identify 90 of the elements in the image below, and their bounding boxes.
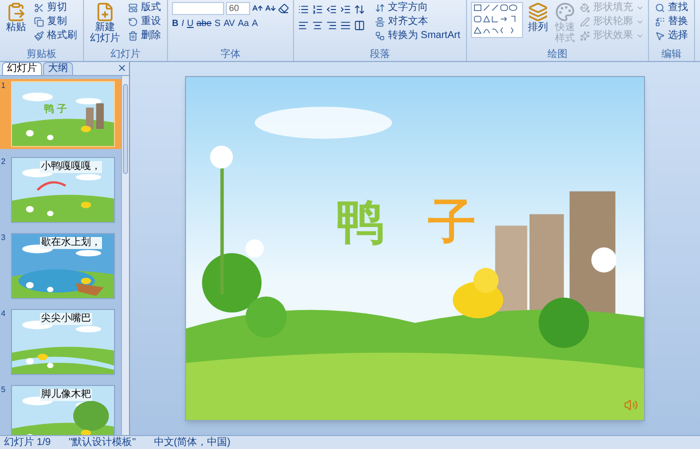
align-center-icon[interactable]	[312, 20, 323, 31]
replace-icon	[655, 17, 666, 27]
align-text-icon	[375, 17, 385, 27]
group-label: 段落	[369, 49, 392, 61]
pen-icon	[580, 17, 590, 27]
eraser-icon[interactable]	[278, 3, 289, 14]
smartart-icon	[375, 31, 385, 41]
ribbon-button[interactable]: 删除	[126, 30, 163, 42]
thumbnail-title: 鸭 子	[44, 104, 67, 116]
slide-title-character: 子	[428, 197, 476, 249]
format-button[interactable]: A	[252, 18, 258, 29]
columns-icon[interactable]	[354, 20, 365, 31]
ribbon-button[interactable]: 格式刷	[32, 30, 79, 42]
ribbon-button[interactable]: 替换	[653, 16, 690, 28]
scrollbar[interactable]	[121, 76, 129, 435]
ribbon-button[interactable]: 重设	[126, 16, 163, 28]
group-label: 字体	[220, 49, 242, 61]
line-spacing-icon[interactable]	[354, 4, 365, 15]
shrink-font-icon[interactable]	[265, 3, 276, 14]
ribbon-button[interactable]: 文字方向	[373, 2, 462, 14]
format-button[interactable]: B	[172, 18, 178, 29]
sparkles-icon	[580, 31, 590, 41]
ribbon-button[interactable]: 对齐文本	[373, 16, 462, 28]
slide-thumbnail-item[interactable]: 1 鸭 子	[0, 79, 121, 149]
slide-title-character: 鸭	[336, 197, 384, 249]
close-icon[interactable]	[117, 63, 127, 73]
justify-icon[interactable]	[340, 20, 351, 31]
format-button[interactable]: Aa	[238, 18, 249, 29]
group-label: 编辑	[660, 49, 683, 61]
button-label: 新建	[95, 22, 115, 33]
thumbnail-title: 尖尖小嘴巴	[40, 313, 92, 325]
paintbrush-icon	[34, 31, 44, 41]
ribbon-big-button[interactable]: 排列	[526, 2, 550, 44]
fill-bucket-icon	[580, 3, 590, 13]
arrange-icon	[528, 2, 548, 22]
trash-icon	[128, 31, 138, 41]
status-text: 幻灯片 1/9	[4, 436, 51, 448]
ribbon-big-button[interactable]: 粘贴	[4, 2, 28, 42]
thumbnail-title: 脚儿像木耙	[40, 389, 92, 401]
bullets-icon[interactable]	[298, 4, 309, 15]
pane-tab[interactable]: 幻灯片	[2, 62, 42, 75]
font-size-field[interactable]: 60	[226, 2, 250, 15]
button-label: 幻灯片	[90, 33, 120, 44]
scissors-icon	[34, 3, 44, 13]
button-label: 样式	[555, 33, 576, 44]
status-text: 中文(简体，中国)	[154, 436, 230, 448]
text-direction-icon	[375, 3, 385, 13]
copy-icon	[34, 17, 44, 27]
button-label: 快速	[555, 22, 576, 33]
ribbon-button[interactable]: 剪切	[32, 2, 79, 14]
shapes-gallery-icon[interactable]	[471, 2, 524, 38]
button-label: 粘贴	[6, 22, 26, 33]
group-label: 幻灯片	[110, 49, 142, 61]
pane-tab[interactable]: 大纲	[43, 62, 73, 75]
slide-number: 4	[1, 309, 6, 320]
indent-icon[interactable]	[340, 4, 351, 15]
ribbon-button[interactable]: 版式	[126, 2, 163, 14]
font-name-field[interactable]	[172, 2, 224, 15]
slide-number: 5	[1, 385, 6, 396]
slide-number: 3	[1, 233, 6, 244]
grow-font-icon[interactable]	[252, 3, 263, 14]
paste-icon	[6, 2, 26, 22]
status-text: "默认设计模板"	[68, 436, 136, 448]
pointer-icon	[655, 31, 666, 41]
align-left-icon[interactable]	[298, 20, 309, 31]
button-label: 排列	[528, 22, 548, 33]
thumbnail-title: 小鸭嘎嘎嘎，	[40, 161, 102, 173]
thumbnail-title: 歇在水上划，	[40, 237, 102, 249]
numbering-icon[interactable]	[312, 4, 323, 15]
search-icon	[655, 3, 666, 13]
reset-icon	[128, 17, 138, 27]
format-button[interactable]: I	[182, 18, 184, 29]
palette-icon	[555, 2, 576, 22]
format-button[interactable]: S	[214, 18, 221, 29]
ribbon-button[interactable]: 选择	[653, 30, 690, 42]
ribbon-big-button[interactable]: 新建 幻灯片	[88, 2, 122, 44]
ribbon-button[interactable]: 转换为 SmartArt	[373, 30, 462, 42]
format-button[interactable]: abe	[196, 18, 212, 29]
group-label: 绘图	[546, 49, 569, 61]
layout-icon	[128, 3, 138, 13]
group-label: 剪贴板	[26, 49, 58, 61]
new-slide-icon	[95, 2, 115, 22]
ribbon-button[interactable]: 查找	[653, 2, 690, 14]
align-right-icon[interactable]	[326, 20, 337, 31]
ribbon-button[interactable]: 复制	[32, 16, 79, 28]
format-button[interactable]: U	[187, 18, 194, 29]
outdent-icon[interactable]	[326, 4, 337, 15]
slide-number: 2	[1, 157, 6, 168]
format-button[interactable]: AV	[224, 18, 235, 29]
slide-number: 1	[1, 81, 6, 92]
